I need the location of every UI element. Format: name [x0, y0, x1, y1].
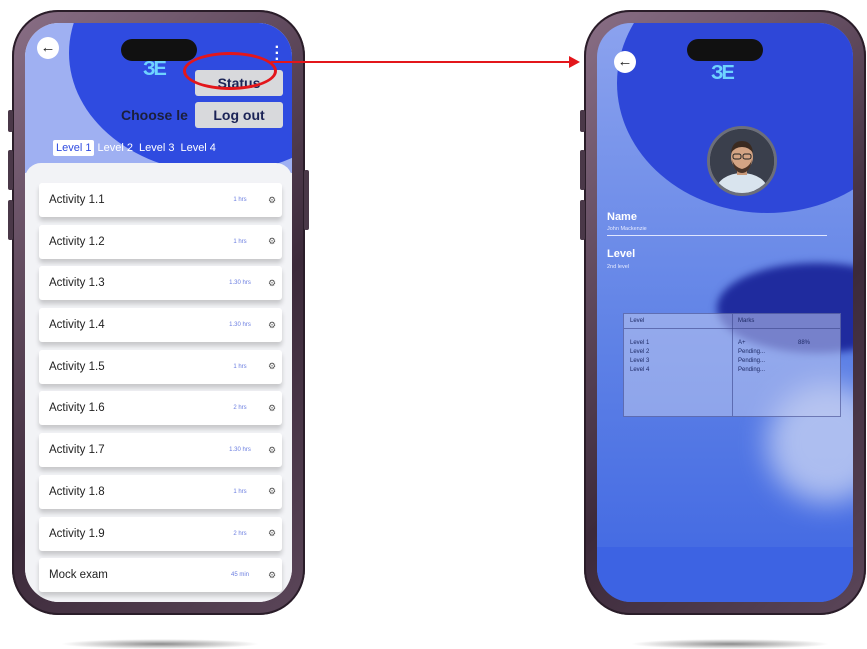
- settings-icon[interactable]: ⚙: [262, 403, 282, 414]
- activity-row[interactable]: Activity 1.6 2 hrs ⚙: [39, 391, 282, 426]
- table-column-divider: [732, 314, 733, 416]
- name-divider: [607, 235, 827, 236]
- back-button[interactable]: ←: [614, 51, 636, 73]
- left-phone-frame: ← ЗЕ · · · Choose le Status Log out Level …: [8, 10, 309, 615]
- activity-duration: 2 hrs: [233, 530, 247, 537]
- row-level: Level 3: [630, 358, 650, 364]
- row-level: Level 1: [630, 340, 650, 346]
- level-label: Level: [607, 248, 636, 260]
- activity-row[interactable]: Activity 1.4 1.30 hrs ⚙: [39, 308, 282, 343]
- menu-item-logout[interactable]: Log out: [195, 102, 283, 128]
- activity-title: Mock exam: [49, 569, 108, 582]
- volume-up-button: [8, 150, 13, 190]
- app-logo: ЗЕ: [711, 62, 735, 84]
- tab-level-3[interactable]: Level 3: [136, 140, 177, 156]
- activity-row[interactable]: Activity 1.1 1 hrs ⚙: [39, 183, 282, 217]
- activity-duration: 1 hrs: [233, 238, 247, 245]
- level-value: 2nd level: [607, 264, 630, 270]
- activity-duration: 1.30 hrs: [229, 280, 251, 287]
- tab-level-4[interactable]: Level 4: [177, 140, 218, 156]
- activity-list: Activity 1.1 1 hrs ⚙ Activity 1.2 1 hrs …: [39, 183, 282, 600]
- page-title: Choose le: [121, 107, 188, 123]
- back-button[interactable]: ←: [37, 37, 59, 59]
- person-portrait-icon: [710, 129, 774, 193]
- settings-icon[interactable]: ⚙: [262, 528, 282, 539]
- activity-title: Activity 1.7: [49, 444, 105, 457]
- header-marks: Marks: [738, 318, 755, 324]
- left-screen: ← ЗЕ · · · Choose le Status Log out Level …: [25, 23, 292, 602]
- bottom-band: [597, 547, 853, 602]
- arrow-left-icon: ←: [40, 39, 56, 56]
- volume-down-button: [8, 200, 13, 240]
- app-logo: ЗЕ: [143, 58, 167, 80]
- activity-row[interactable]: Mock exam 45 min ⚙: [39, 558, 282, 593]
- settings-icon[interactable]: ⚙: [262, 445, 282, 456]
- dynamic-island: [687, 39, 763, 61]
- status-highlight-circle: [183, 52, 277, 90]
- right-screen: ← ЗЕ Name John Mackenzie Level 2nd level…: [597, 23, 853, 602]
- arrow-right-icon: [569, 56, 580, 68]
- row-percent: 88%: [798, 340, 811, 346]
- tab-level-1[interactable]: Level 1: [53, 140, 95, 156]
- volume-up-button: [580, 150, 585, 190]
- power-button: [304, 170, 309, 230]
- activity-duration: 45 min: [230, 572, 249, 579]
- row-mark: A+: [738, 340, 746, 346]
- name-label: Name: [607, 211, 637, 223]
- status-table: Level Marks Level 1 A+ 88% Level 2 Pendi…: [623, 313, 841, 417]
- settings-icon[interactable]: ⚙: [262, 195, 282, 206]
- activity-title: Activity 1.8: [49, 485, 105, 498]
- activity-row[interactable]: Activity 1.2 1 hrs ⚙: [39, 224, 282, 259]
- activity-title: Activity 1.1: [49, 194, 105, 206]
- settings-icon[interactable]: ⚙: [262, 486, 282, 497]
- activity-row[interactable]: Activity 1.9 2 hrs ⚙: [39, 516, 282, 551]
- tab-level-2[interactable]: Level 2: [94, 140, 135, 156]
- header-level: Level: [630, 318, 645, 324]
- row-level: Level 4: [630, 367, 650, 373]
- activity-duration: 1 hrs: [233, 488, 247, 495]
- settings-icon[interactable]: ⚙: [262, 320, 282, 331]
- mute-switch: [8, 110, 13, 132]
- activity-title: Activity 1.3: [49, 277, 105, 290]
- mute-switch: [580, 110, 585, 132]
- level-tabs: Level 1 Level 2 Level 3 Level 4: [53, 140, 292, 156]
- volume-down-button: [580, 200, 585, 240]
- row-mark: Pending...: [738, 349, 766, 355]
- arrow-left-icon: ←: [617, 53, 633, 70]
- settings-icon[interactable]: ⚙: [262, 570, 282, 581]
- activity-title: Activity 1.9: [49, 527, 105, 540]
- activity-row[interactable]: Activity 1.7 1.30 hrs ⚙: [39, 433, 282, 468]
- right-phone-frame: ← ЗЕ Name John Mackenzie Level 2nd level…: [580, 10, 866, 615]
- activity-duration: 1.30 hrs: [229, 322, 251, 329]
- settings-icon[interactable]: ⚙: [262, 361, 282, 372]
- activity-duration: 2 hrs: [233, 405, 247, 412]
- settings-icon[interactable]: ⚙: [262, 278, 282, 289]
- activity-duration: 1 hrs: [233, 363, 247, 370]
- row-mark: Pending...: [738, 358, 766, 364]
- row-mark: Pending...: [738, 367, 766, 373]
- activity-row[interactable]: Activity 1.8 1 hrs ⚙: [39, 474, 282, 509]
- name-value: John Mackenzie: [607, 226, 647, 232]
- flow-arrow-line: [271, 61, 571, 63]
- avatar: [707, 126, 777, 196]
- activity-row[interactable]: Activity 1.5 1 hrs ⚙: [39, 349, 282, 384]
- activity-title: Activity 1.2: [49, 235, 105, 248]
- activity-title: Activity 1.6: [49, 402, 105, 415]
- activity-row[interactable]: Activity 1.3 1.30 hrs ⚙: [39, 266, 282, 301]
- activity-title: Activity 1.4: [49, 319, 105, 332]
- row-level: Level 2: [630, 349, 650, 355]
- activity-title: Activity 1.5: [49, 360, 105, 373]
- activity-duration: 1 hrs: [233, 197, 247, 203]
- activity-duration: 1.30 hrs: [229, 447, 251, 454]
- settings-icon[interactable]: ⚙: [262, 236, 282, 247]
